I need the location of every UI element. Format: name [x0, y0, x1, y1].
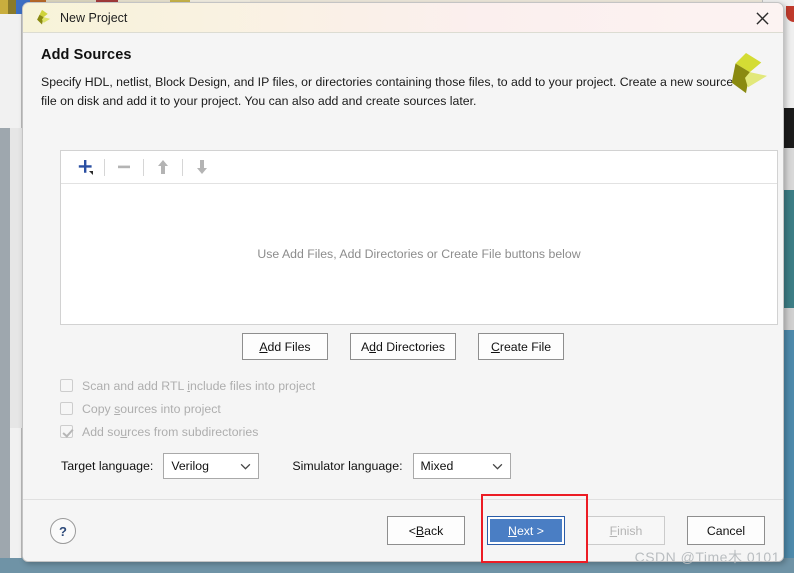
chevron-down-icon [240, 463, 251, 470]
empty-list-message: Use Add Files, Add Directories or Create… [257, 247, 581, 261]
target-language-select[interactable]: Verilog [163, 453, 260, 479]
watermark-text: CSDN @Time木 0101 [634, 549, 780, 565]
add-directories-button[interactable]: Add Directories [349, 333, 457, 360]
language-settings-row: Target language: Verilog Simulator langu… [61, 453, 511, 479]
close-icon[interactable] [745, 3, 779, 33]
add-files-button[interactable]: Add Files [241, 333, 328, 360]
checkbox-box [60, 425, 73, 438]
arrow-up-icon[interactable] [148, 154, 178, 180]
toolbar-divider [182, 158, 183, 176]
checkbox-box [60, 402, 73, 415]
page-title: Add Sources [41, 47, 132, 63]
scan-rtl-include-checkbox[interactable]: Scan and add RTL include files into proj… [60, 374, 315, 397]
copy-sources-checkbox[interactable]: Copy sources into project [60, 397, 315, 420]
sources-toolbar [61, 151, 777, 184]
back-button[interactable]: < Back [387, 516, 465, 545]
background-panel-left-secondary [10, 128, 22, 428]
finish-button: Finish [587, 516, 665, 545]
toolbar-divider [143, 158, 144, 176]
simulator-language-value: Mixed [420, 459, 454, 473]
help-button[interactable]: ? [50, 518, 76, 544]
xilinx-logo-icon [37, 9, 51, 25]
background-scrollbar-left [0, 128, 10, 558]
checkbox-label: Add sources from subdirectories [82, 424, 259, 439]
chevron-down-icon [492, 463, 502, 470]
source-action-buttons: Add Files Add Directories Create File [23, 333, 783, 360]
dialog-title: New Project [60, 10, 128, 25]
checkbox-label: Copy sources into project [82, 401, 221, 416]
cancel-button[interactable]: Cancel [687, 516, 765, 545]
minus-icon[interactable] [109, 154, 139, 180]
checkbox-box [60, 379, 73, 392]
toolbar-divider [104, 158, 105, 176]
sources-list-panel: Use Add Files, Add Directories or Create… [60, 150, 778, 325]
plus-icon[interactable] [70, 154, 100, 180]
new-project-dialog: New Project Add Sources Specify HDL, net… [22, 2, 784, 562]
next-button[interactable]: Next > [487, 516, 565, 545]
simulator-language-select[interactable]: Mixed [412, 453, 511, 479]
xilinx-pinwheel-logo-icon [731, 53, 767, 94]
create-file-button[interactable]: Create File [478, 333, 565, 360]
dialog-titlebar: New Project [23, 3, 783, 33]
source-options-group: Scan and add RTL include files into proj… [60, 374, 315, 443]
page-description: Specify HDL, netlist, Block Design, and … [41, 75, 734, 109]
target-language-label: Target language: [61, 459, 154, 473]
arrow-down-icon[interactable] [187, 154, 217, 180]
dialog-header: Add Sources Specify HDL, netlist, Block … [23, 33, 783, 115]
add-subdirectories-checkbox[interactable]: Add sources from subdirectories [60, 420, 315, 443]
wizard-navigation-buttons: < Back Next > Finish Cancel [387, 516, 765, 545]
target-language-value: Verilog [171, 459, 209, 473]
simulator-language-label: Simulator language: [292, 459, 403, 473]
checkbox-label: Scan and add RTL include files into proj… [82, 378, 316, 393]
